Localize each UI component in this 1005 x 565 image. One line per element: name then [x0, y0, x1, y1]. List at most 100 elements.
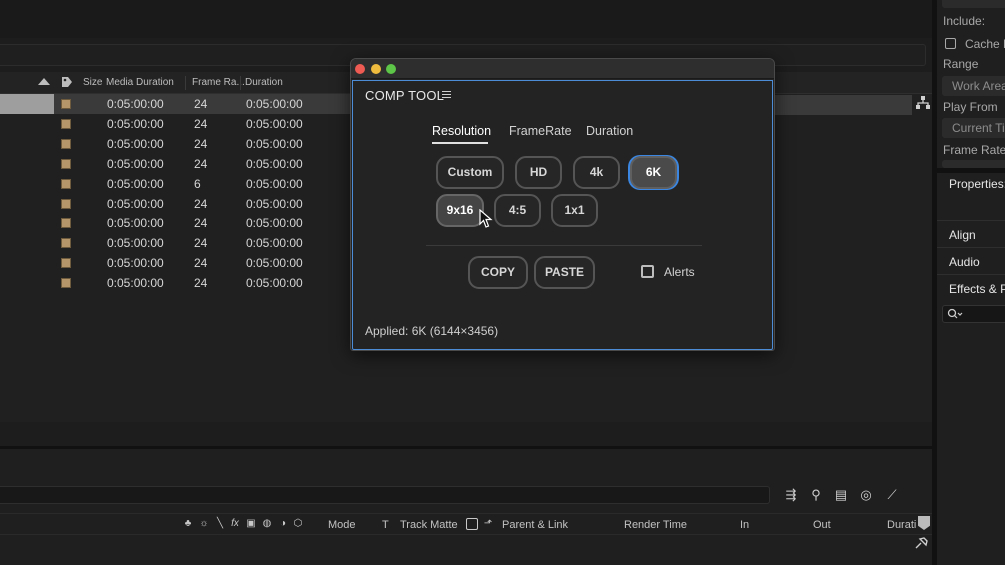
frame-rate-cell: 24 [194, 216, 208, 231]
range-dropdown[interactable]: Work Area [942, 76, 1005, 96]
label-color-swatch[interactable] [61, 238, 71, 249]
sort-ascending-icon[interactable] [38, 78, 50, 85]
properties-title[interactable]: Properties: [949, 177, 1005, 191]
effects-switch-icon[interactable]: fx [229, 518, 241, 530]
column-track-matte[interactable]: Track Matte [400, 519, 458, 531]
project-item-row[interactable]: 0:05:00:00 24 0:05:00:00 [0, 273, 350, 293]
adjustment-layer-switch-icon[interactable]: ◑ [277, 518, 289, 530]
preset-4k-button[interactable]: 4k [573, 156, 620, 189]
effects-search-field[interactable] [942, 305, 1005, 323]
shy-layers-icon[interactable]: ⚲ [807, 487, 825, 503]
column-duration[interactable]: Duration [245, 77, 283, 88]
panel-divider [937, 274, 1005, 275]
column-preserve-transparency[interactable]: T [382, 519, 389, 531]
minimize-window-button[interactable] [371, 64, 381, 74]
alerts-checkbox[interactable] [641, 265, 654, 278]
preset-9x16-button[interactable]: 9x16 [436, 194, 484, 227]
effects-presets-title[interactable]: Effects & P [949, 282, 1005, 296]
graph-editor-icon[interactable]: ⟋ [883, 487, 901, 503]
range-value: Work Area [952, 79, 1005, 93]
right-panel: Include: Cache B Range Work Area Play Fr… [937, 0, 1005, 565]
frame-blending-icon[interactable]: ▤ [832, 487, 850, 503]
shy-switch-icon[interactable]: ♣ [182, 518, 194, 530]
label-color-swatch[interactable] [61, 178, 71, 189]
column-media-duration[interactable]: Media Duration [106, 77, 174, 88]
tab-resolution[interactable]: Resolution [432, 124, 491, 138]
label-tag-icon[interactable] [61, 76, 73, 88]
column-mode[interactable]: Mode [328, 519, 356, 531]
label-color-swatch[interactable] [61, 118, 71, 129]
frame-rate-cell: 24 [194, 97, 208, 111]
play-from-dropdown[interactable]: Current Ti [942, 118, 1005, 138]
label-color-swatch[interactable] [61, 158, 71, 169]
project-item-row[interactable]: 0:05:00:00 24 0:05:00:00 [0, 253, 350, 273]
frame-rate-label: Frame Rate [943, 143, 1005, 157]
tab-duration[interactable]: Duration [586, 124, 633, 138]
duration-cell: 0:05:00:00 [246, 236, 303, 251]
preset-hd-button[interactable]: HD [515, 156, 562, 189]
hamburger-menu-icon[interactable] [442, 91, 451, 98]
timeline-column-header: ♣ ☼ ╲ fx ▣ ◍ ◑ ⬡ Mode T Track Matte ⬏ Pa… [0, 513, 932, 535]
timeline-search-field[interactable] [0, 486, 770, 504]
copy-button[interactable]: COPY [468, 256, 528, 289]
panel-title: COMP TOOL [365, 88, 445, 103]
quality-switch-icon[interactable]: ╲ [214, 518, 226, 530]
divider [426, 245, 702, 246]
project-item-row[interactable]: 0:05:00:00 24 0:05:00:00 [0, 134, 350, 154]
duration-cell: 0:05:00:00 [246, 196, 303, 211]
preset-4x5-button[interactable]: 4:5 [494, 194, 541, 227]
status-text: Applied: 6K (6144×3456) [365, 324, 499, 338]
preset-6k-button[interactable]: 6K [630, 156, 677, 189]
project-item-row[interactable]: 0:05:00:00 24 0:05:00:00 [0, 213, 350, 233]
align-panel-title[interactable]: Align [949, 228, 976, 242]
project-item-row[interactable]: 0:05:00:00 24 0:05:00:00 [0, 94, 350, 114]
label-color-swatch[interactable] [61, 218, 71, 229]
pin-icon[interactable] [914, 536, 930, 550]
frame-blend-switch-icon[interactable]: ▣ [245, 518, 257, 530]
column-frame-rate[interactable]: Frame Ra... [192, 77, 245, 88]
label-color-swatch[interactable] [61, 278, 71, 289]
column-in[interactable]: In [740, 519, 749, 531]
column-parent-link[interactable]: Parent & Link [502, 519, 568, 531]
panel-divider [937, 220, 1005, 221]
composition-flowchart-icon[interactable]: ⇶ [782, 487, 800, 503]
project-item-row[interactable]: 0:05:00:00 24 0:05:00:00 [0, 114, 350, 134]
search-icon [947, 308, 963, 319]
window-titlebar[interactable] [351, 59, 774, 79]
3d-layer-switch-icon[interactable]: ⬡ [292, 518, 304, 530]
motion-blur-icon[interactable]: ◎ [857, 487, 875, 503]
preset-custom-button[interactable]: Custom [436, 156, 504, 189]
label-color-swatch[interactable] [61, 258, 71, 269]
column-divider[interactable] [185, 76, 186, 90]
project-item-row[interactable]: 0:05:00:00 24 0:05:00:00 [0, 233, 350, 253]
project-item-row[interactable]: 0:05:00:00 24 0:05:00:00 [0, 154, 350, 174]
column-duration[interactable]: Durati [887, 519, 916, 531]
project-item-row[interactable]: 0:05:00:00 24 0:05:00:00 [0, 194, 350, 214]
active-tab-indicator [432, 142, 488, 144]
tab-framerate[interactable]: FrameRate [509, 124, 572, 138]
maximize-window-button[interactable] [386, 64, 396, 74]
parent-link-icon[interactable]: ⬏ [482, 518, 494, 530]
label-color-swatch[interactable] [61, 198, 71, 209]
close-window-button[interactable] [355, 64, 365, 74]
frame-rate-dropdown[interactable] [942, 160, 1005, 168]
media-duration-cell: 0:05:00:00 [107, 256, 164, 271]
column-render-time[interactable]: Render Time [624, 519, 687, 531]
panel-divider [937, 168, 1005, 173]
column-out[interactable]: Out [813, 519, 831, 531]
audio-panel-title[interactable]: Audio [949, 255, 980, 269]
column-size[interactable]: Size [83, 77, 102, 88]
column-divider[interactable] [240, 76, 241, 90]
label-color-swatch[interactable] [61, 99, 71, 109]
paste-button[interactable]: PASTE [534, 256, 595, 289]
top-dropdown[interactable] [942, 0, 1005, 8]
preset-1x1-button[interactable]: 1x1 [551, 194, 598, 227]
project-item-row[interactable]: 0:05:00:00 6 0:05:00:00 [0, 174, 350, 194]
collapse-switch-icon[interactable]: ☼ [198, 518, 210, 530]
matte-icon[interactable] [466, 518, 478, 530]
cache-checkbox[interactable] [945, 38, 956, 49]
duration-cell: 0:05:00:00 [246, 216, 303, 231]
flowchart-icon[interactable] [916, 96, 930, 110]
motion-blur-switch-icon[interactable]: ◍ [261, 518, 273, 530]
label-color-swatch[interactable] [61, 138, 71, 149]
